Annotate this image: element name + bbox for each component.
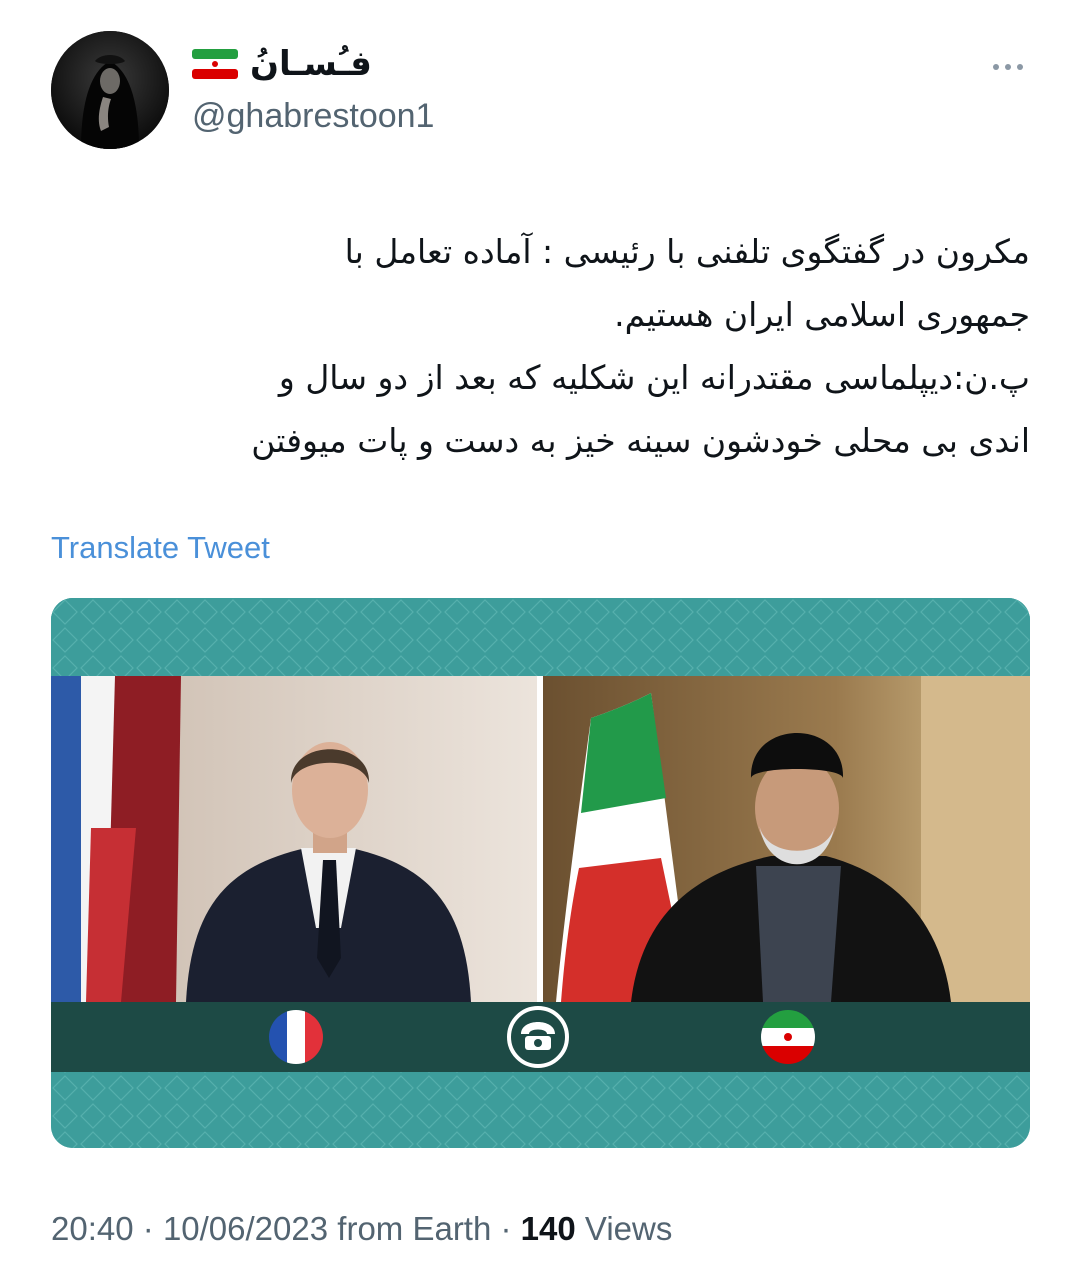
tweet-line: مکرون در گفتگوی تلفنی با رئیسی : آماده ت… — [344, 232, 1030, 271]
separator: · — [142, 1210, 154, 1247]
tweet-line: جمهوری اسلامی ایران هستیم. — [614, 295, 1030, 334]
more-dot-icon — [993, 64, 999, 70]
tweet-line: اندی بی محلی خودشون سینه خیز به دست و پا… — [251, 421, 1030, 460]
views-count[interactable]: 140 — [521, 1210, 576, 1247]
raisi-photo-panel — [543, 676, 1030, 1002]
iran-flag-circle-icon — [761, 1010, 815, 1064]
display-name[interactable]: فـُسـانُ — [192, 44, 372, 84]
iran-flag-icon — [192, 49, 238, 79]
tweet-line: پ.ن:دیپلماسی مقتدرانه این شکلیه که بعد ا… — [278, 358, 1030, 397]
avatar[interactable] — [51, 31, 169, 149]
views-label: Views — [584, 1210, 673, 1247]
more-options-button[interactable] — [980, 50, 1036, 84]
tweet-meta: 20:40 · 10/06/2023 from Earth · 140 View… — [51, 1210, 672, 1248]
avatar-image — [51, 31, 169, 149]
france-flag-icon — [269, 1010, 323, 1064]
tweet-media-image[interactable] — [51, 598, 1030, 1148]
user-handle[interactable]: @ghabrestoon1 — [192, 97, 434, 136]
tweet-source: from Earth — [337, 1210, 492, 1247]
tweet-date[interactable]: 10/06/2023 — [163, 1210, 328, 1247]
translate-tweet-link[interactable]: Translate Tweet — [51, 530, 270, 566]
tweet-time[interactable]: 20:40 — [51, 1210, 134, 1247]
tweet-text: مکرون در گفتگوی تلفنی با رئیسی : آماده ت… — [50, 220, 1030, 472]
macron-photo-panel — [51, 676, 537, 1002]
media-illustration — [51, 598, 1030, 1148]
display-name-text: فـُسـانُ — [250, 44, 372, 84]
more-dot-icon — [1005, 64, 1011, 70]
separator: · — [500, 1210, 512, 1247]
more-dot-icon — [1017, 64, 1023, 70]
